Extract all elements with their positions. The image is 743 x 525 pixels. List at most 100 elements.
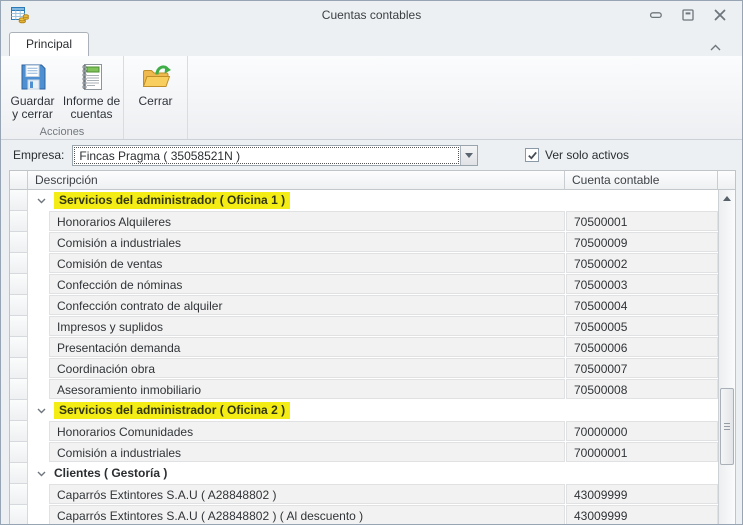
row-account: 70000001 [566, 442, 718, 462]
header-filler [718, 171, 735, 190]
group-row[interactable]: Servicios del administrador ( Oficina 2 … [10, 400, 718, 421]
row-indicator [10, 358, 28, 379]
row-indicator [10, 232, 28, 253]
row-indicator [10, 337, 28, 358]
column-header-cuenta-contable[interactable]: Cuenta contable [565, 171, 718, 190]
ver-solo-activos-checkbox[interactable] [525, 148, 539, 162]
chevron-down-icon[interactable] [37, 197, 47, 204]
row-indicator [10, 463, 28, 484]
indicator-column-header [10, 171, 28, 190]
guardar-y-cerrar-button[interactable]: Guardar y cerrar [3, 57, 62, 125]
button-label: Cerrar [138, 95, 172, 108]
group-label: Servicios del administrador ( Oficina 1 … [54, 192, 291, 209]
ribbon-group-caption: Acciones [39, 126, 85, 138]
table-row[interactable]: Confección contrato de alquiler 70500004 [10, 295, 718, 316]
accounts-grid: Descripción Cuenta contable Servicios de… [9, 170, 736, 524]
column-header-descripcion[interactable]: Descripción [28, 171, 565, 190]
row-description: Honorarios Alquileres [49, 211, 565, 231]
row-indicator [10, 274, 28, 295]
row-indicator [10, 190, 28, 211]
company-bar: Empresa: Fincas Pragma ( 35058521N ) Ver… [1, 140, 742, 170]
close-button[interactable] [712, 8, 728, 22]
row-account: 70500005 [566, 316, 718, 336]
group-label: Servicios del administrador ( Oficina 2 … [54, 402, 291, 419]
ver-solo-activos[interactable]: Ver solo activos [525, 148, 629, 162]
informe-de-cuentas-button[interactable]: Informe de cuentas [62, 57, 121, 125]
row-indicator [10, 295, 28, 316]
scroll-up-button[interactable] [719, 190, 735, 206]
row-indicator [10, 400, 28, 421]
group-row-content: Servicios del administrador ( Oficina 1 … [28, 190, 718, 211]
row-indicator [10, 316, 28, 337]
button-label-line: cuentas [70, 107, 113, 121]
chevron-up-icon [710, 44, 721, 51]
group-row[interactable]: Servicios del administrador ( Oficina 1 … [10, 190, 718, 211]
table-row[interactable]: Confección de nóminas 70500003 [10, 274, 718, 295]
triangle-up-icon [723, 195, 731, 201]
empresa-combobox[interactable]: Fincas Pragma ( 35058521N ) [72, 144, 479, 166]
table-row[interactable]: Caparrós Extintores S.A.U ( A28848802 ) … [10, 484, 718, 505]
row-description: Honorarios Comunidades [49, 421, 565, 441]
ribbon-group-acciones: Guardar y cerrar Informe de cuentas Acci… [1, 56, 124, 139]
row-indicator [10, 379, 28, 400]
row-description: Confección contrato de alquiler [49, 295, 565, 315]
row-indicator [10, 442, 28, 463]
row-description: Caparrós Extintores S.A.U ( A28848802 ) … [49, 505, 565, 524]
ver-solo-activos-label: Ver solo activos [545, 148, 630, 162]
minimize-icon [649, 12, 662, 19]
row-account: 70500006 [566, 337, 718, 357]
maximize-icon [682, 9, 694, 21]
row-account: 70500008 [566, 379, 718, 399]
group-row-content: Servicios del administrador ( Oficina 2 … [28, 400, 718, 421]
group-row-content: Clientes ( Gestoría ) [28, 463, 718, 484]
button-label: Guardar y cerrar [10, 95, 54, 121]
row-description: Caparrós Extintores S.A.U ( A28848802 ) [49, 484, 565, 504]
table-row[interactable]: Coordinación obra 70500007 [10, 358, 718, 379]
row-description: Coordinación obra [49, 358, 565, 378]
group-row[interactable]: Clientes ( Gestoría ) [10, 463, 718, 484]
minimize-button[interactable] [648, 8, 664, 22]
table-row[interactable]: Honorarios Comunidades 70000000 [10, 421, 718, 442]
row-description: Comisión a industriales [49, 442, 565, 462]
titlebar: Cuentas contables [1, 1, 742, 29]
table-row[interactable]: Comisión a industriales 70000001 [10, 442, 718, 463]
ribbon: Guardar y cerrar Informe de cuentas Acci… [1, 56, 742, 140]
floppy-disk-icon [17, 61, 49, 93]
empresa-dropdown-button[interactable] [460, 145, 478, 165]
table-row[interactable]: Presentación demanda 70500006 [10, 337, 718, 358]
table-row[interactable]: Caparrós Extintores S.A.U ( A28848802 ) … [10, 505, 718, 524]
maximize-button[interactable] [680, 8, 696, 22]
tab-principal[interactable]: Principal [9, 32, 90, 56]
button-label: Informe de cuentas [63, 95, 120, 121]
empresa-value: Fincas Pragma ( 35058521N ) [74, 146, 460, 164]
window-controls [648, 8, 728, 22]
row-account: 70500004 [566, 295, 718, 315]
table-row[interactable]: Comisión a industriales 70500009 [10, 232, 718, 253]
table-row[interactable]: Comisión de ventas 70500002 [10, 253, 718, 274]
button-label-line: Cerrar [138, 94, 173, 108]
grid-body: Servicios del administrador ( Oficina 1 … [10, 190, 718, 524]
scrollbar-thumb[interactable] [720, 388, 734, 465]
row-account: 43009999 [566, 484, 718, 504]
table-row[interactable]: Impresos y suplidos 70500005 [10, 316, 718, 337]
close-icon [714, 9, 726, 21]
table-row[interactable]: Honorarios Alquileres 70500001 [10, 211, 718, 232]
row-account: 43009999 [566, 505, 718, 524]
checkmark-icon [527, 151, 537, 160]
ribbon-group-cerrar: Cerrar [124, 56, 188, 139]
row-account: 70500007 [566, 358, 718, 378]
row-description: Comisión de ventas [49, 253, 565, 273]
ribbon-collapse-button[interactable] [709, 41, 722, 51]
chevron-down-icon[interactable] [37, 470, 47, 477]
cerrar-button[interactable]: Cerrar [126, 57, 185, 125]
chevron-down-icon[interactable] [37, 407, 47, 414]
grid-header: Descripción Cuenta contable [10, 171, 735, 190]
empresa-label: Empresa: [13, 148, 65, 162]
open-folder-arrow-icon [140, 61, 172, 93]
window: Cuentas contables Principal Guardar y ce… [0, 0, 743, 525]
row-indicator [10, 505, 28, 524]
row-indicator [10, 484, 28, 505]
table-row[interactable]: Asesoramiento inmobiliario 70500008 [10, 379, 718, 400]
vertical-scrollbar[interactable] [718, 190, 735, 524]
row-indicator [10, 253, 28, 274]
